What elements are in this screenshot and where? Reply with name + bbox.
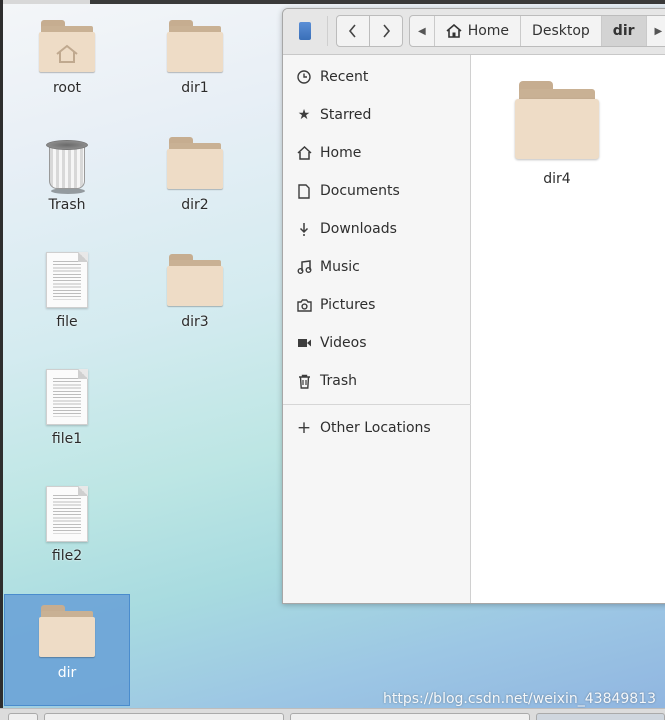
sidebar-item-label: Videos — [320, 335, 367, 351]
folder-icon — [167, 135, 223, 191]
desktop-icon-label: dir3 — [181, 314, 209, 330]
desktop-icon-label: dir — [57, 665, 77, 681]
sidebar-item-home[interactable]: Home — [283, 134, 471, 172]
places-sidebar: Recent ★ Starred Home Documents Download… — [283, 55, 471, 603]
desktop-icon-label: root — [52, 80, 82, 96]
desktop-icon-label: Trash — [48, 197, 86, 213]
sidebar-item-label: Pictures — [320, 297, 376, 313]
breadcrumb-scroll-right[interactable]: ▶ — [647, 16, 665, 46]
breadcrumb: ◀ Home Desktop dir ▶ — [409, 15, 665, 47]
breadcrumb-label: dir — [612, 23, 635, 39]
home-icon — [446, 24, 462, 38]
folder-item-label[interactable]: dir4 — [515, 171, 599, 187]
video-icon — [295, 337, 313, 349]
chevron-left-icon — [348, 24, 356, 38]
sidebar-item-trash[interactable]: Trash — [283, 362, 471, 400]
desktop-icon-root[interactable]: root — [17, 16, 117, 121]
home-icon — [295, 146, 313, 160]
forward-button[interactable] — [369, 15, 403, 47]
desktop-icon-label: dir2 — [181, 197, 209, 213]
left-edge — [0, 0, 3, 708]
sidebar-item-videos[interactable]: Videos — [283, 324, 471, 362]
desktop-icon-label: file1 — [51, 431, 83, 447]
text-file-icon — [46, 486, 88, 542]
trash-can-icon — [45, 136, 89, 194]
download-icon — [295, 222, 313, 236]
breadcrumb-desktop[interactable]: Desktop — [521, 16, 602, 46]
camera-icon — [295, 298, 313, 312]
breadcrumb-dir[interactable]: dir — [601, 16, 647, 46]
desktop-icon-dir1[interactable]: dir1 — [145, 16, 245, 121]
document-icon — [295, 183, 313, 199]
header-bar: ◀ Home Desktop dir ▶ — [283, 9, 665, 55]
sidebar-item-label: Home — [320, 145, 362, 161]
desktop-icon-label: file2 — [51, 548, 83, 564]
sidebar-item-label: Documents — [320, 183, 400, 199]
plus-icon: + — [296, 418, 312, 438]
sidebar-item-label: Other Locations — [320, 420, 431, 436]
folder-content-view: dir4 — [471, 55, 665, 603]
text-file-icon — [46, 252, 88, 308]
desktop-icon-file2[interactable]: file2 — [17, 484, 117, 589]
file-manager-window: ◀ Home Desktop dir ▶ Recent ★ Starred Ho… — [282, 8, 665, 604]
desktop-icon-dir-selected[interactable]: dir — [4, 594, 130, 706]
desktop-icon-dir2[interactable]: dir2 — [145, 133, 245, 238]
top-bar-tab — [0, 0, 90, 4]
watermark-text: https://blog.csdn.net/weixin_43849813 — [383, 691, 657, 707]
desktop-icon-file1[interactable]: file1 — [17, 367, 117, 472]
back-button[interactable] — [336, 15, 370, 47]
desktop-icon-file[interactable]: file — [17, 250, 117, 355]
sidebar-item-documents[interactable]: Documents — [283, 172, 471, 210]
home-folder-icon — [39, 18, 95, 74]
desktop-icon-trash[interactable]: Trash — [17, 134, 117, 239]
taskbar-window-button[interactable] — [44, 713, 284, 720]
sidebar-item-pictures[interactable]: Pictures — [283, 286, 471, 324]
sidebar-item-label: Music — [320, 259, 360, 275]
desktop-icon-dir3[interactable]: dir3 — [145, 250, 245, 355]
breadcrumb-home[interactable]: Home — [435, 16, 522, 46]
sidebar-item-label: Recent — [320, 69, 369, 85]
desktop-icon-label: file — [56, 314, 78, 330]
sidebar-item-starred[interactable]: ★ Starred — [283, 96, 471, 134]
sidebar-item-label: Downloads — [320, 221, 397, 237]
folder-icon — [39, 603, 95, 659]
folder-icon — [167, 252, 223, 308]
sidebar-item-music[interactable]: Music — [283, 248, 471, 286]
sidebar-item-recent[interactable]: Recent — [283, 58, 471, 96]
app-icon — [299, 22, 311, 40]
sidebar-divider — [283, 404, 471, 405]
sidebar-item-label: Trash — [320, 373, 357, 389]
clock-icon — [295, 70, 313, 84]
star-icon: ★ — [297, 107, 311, 123]
header-separator — [327, 16, 328, 46]
desktop-icon-label: dir1 — [181, 80, 209, 96]
sidebar-item-other-locations[interactable]: + Other Locations — [283, 409, 471, 447]
trash-icon — [295, 374, 313, 389]
breadcrumb-scroll-left[interactable]: ◀ — [410, 16, 435, 46]
sidebar-item-label: Starred — [320, 107, 372, 123]
taskbar-window-button[interactable] — [290, 713, 530, 720]
music-icon — [295, 260, 313, 274]
folder-icon — [167, 18, 223, 74]
text-file-icon — [46, 369, 88, 425]
taskbar-button[interactable] — [8, 713, 38, 720]
breadcrumb-label: Desktop — [532, 23, 590, 39]
folder-icon[interactable] — [515, 77, 599, 161]
sidebar-item-downloads[interactable]: Downloads — [283, 210, 471, 248]
top-bar — [0, 0, 665, 4]
taskbar-window-button[interactable] — [536, 713, 665, 720]
taskbar — [0, 708, 665, 720]
breadcrumb-label: Home — [467, 23, 510, 39]
chevron-right-icon — [383, 24, 391, 38]
